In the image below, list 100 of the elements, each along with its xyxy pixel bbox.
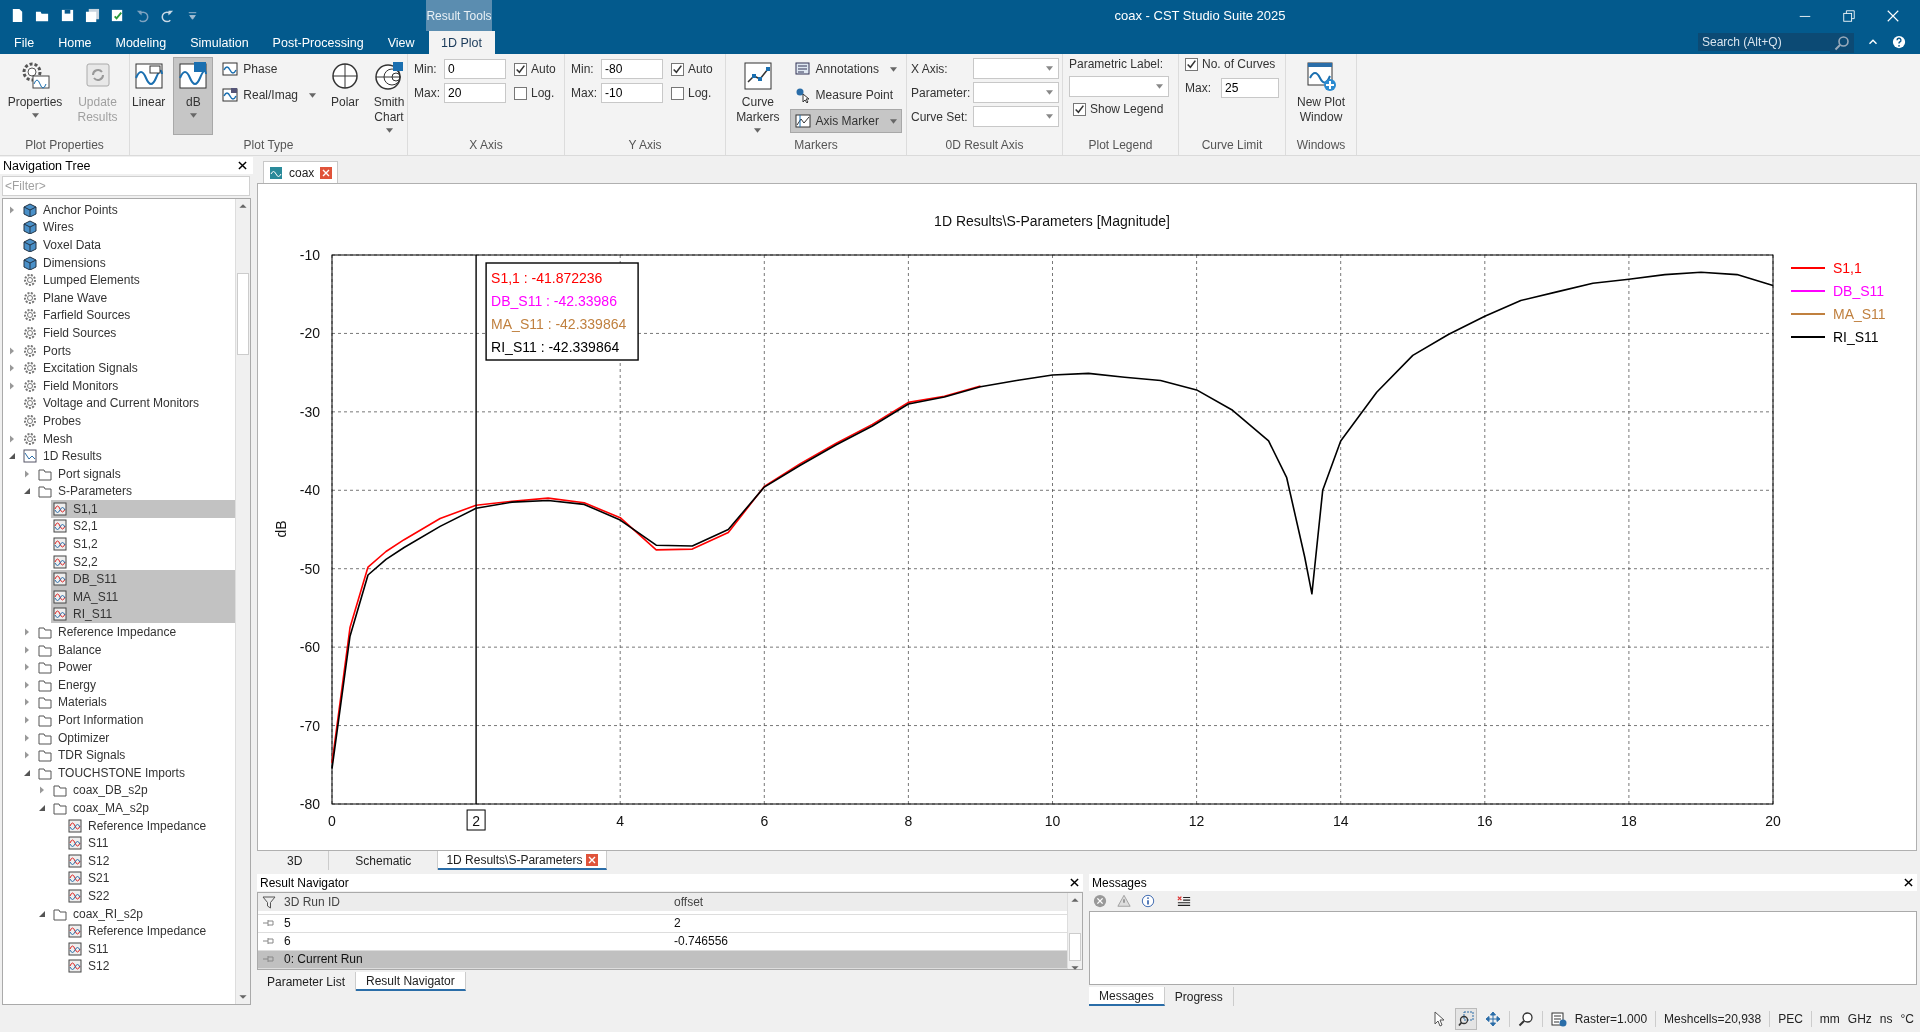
max-field[interactable]: 20 bbox=[444, 83, 506, 103]
tree-item[interactable]: Reference Impedance bbox=[36, 623, 235, 641]
annotations-button[interactable]: Annotations bbox=[789, 57, 902, 81]
save-icon[interactable] bbox=[60, 8, 75, 23]
tree-item[interactable]: S11 bbox=[66, 939, 235, 958]
axis-marker-button[interactable]: Axis Marker bbox=[789, 109, 902, 133]
panel-tab[interactable]: Result Navigator bbox=[356, 972, 466, 991]
tree-item[interactable]: S21 bbox=[66, 869, 235, 888]
tree-item[interactable]: Power bbox=[36, 658, 235, 677]
scrollbar-thumb[interactable] bbox=[237, 273, 249, 355]
tree-item[interactable]: TOUCHSTONE Imports bbox=[36, 764, 235, 782]
measure-point-button[interactable]: Measure Point bbox=[789, 83, 902, 107]
expander-icon[interactable] bbox=[23, 768, 31, 777]
close-icon[interactable] bbox=[1070, 878, 1079, 887]
dropdown-field[interactable] bbox=[973, 106, 1059, 127]
expander-icon[interactable] bbox=[8, 452, 16, 461]
auto-checkbox[interactable]: Auto bbox=[514, 62, 556, 76]
tree-item[interactable]: Port Information bbox=[36, 711, 235, 729]
smith-chart-button[interactable]: Smith Chart bbox=[369, 57, 410, 135]
properties-button[interactable]: Properties bbox=[4, 57, 66, 135]
mesh-view-icon[interactable] bbox=[1550, 1011, 1567, 1027]
dropdown-field[interactable] bbox=[1069, 76, 1169, 97]
min-field[interactable]: 0 bbox=[444, 59, 506, 79]
tree-item[interactable]: S12 bbox=[66, 957, 235, 976]
close-icon[interactable] bbox=[238, 161, 247, 170]
tree-item[interactable]: Farfield Sources bbox=[21, 306, 235, 325]
document-tab[interactable]: coax bbox=[263, 161, 339, 183]
zoom-icon[interactable] bbox=[1517, 1011, 1534, 1027]
dropdown-field[interactable] bbox=[973, 58, 1059, 79]
max-field[interactable]: -10 bbox=[601, 83, 663, 103]
scrollbar[interactable] bbox=[1067, 893, 1082, 969]
redo-icon[interactable] bbox=[160, 8, 175, 23]
db-button[interactable]: dB bbox=[173, 57, 214, 135]
save-all-icon[interactable] bbox=[85, 8, 100, 23]
tree-item[interactable]: S-Parameters bbox=[36, 482, 235, 501]
close-icon[interactable] bbox=[1904, 878, 1913, 887]
tree-item[interactable]: Voxel Data bbox=[21, 236, 235, 254]
auto-checkbox[interactable]: Auto bbox=[671, 62, 713, 76]
tree-item[interactable]: Anchor Points bbox=[21, 201, 235, 219]
new-plot-window-button[interactable]: New Plot Window bbox=[1290, 57, 1352, 135]
tree-item[interactable]: coax_RI_s2p bbox=[51, 904, 235, 923]
tree-item[interactable]: TDR Signals bbox=[36, 746, 235, 764]
expander-icon[interactable] bbox=[38, 909, 46, 918]
curve-markers-button[interactable]: Curve Markers bbox=[730, 57, 786, 135]
unit-status[interactable]: GHz bbox=[1847, 1012, 1872, 1026]
min-field[interactable]: -80 bbox=[601, 59, 663, 79]
filter-icon[interactable] bbox=[262, 895, 276, 909]
column-header[interactable]: 3D Run ID bbox=[282, 895, 674, 909]
tree-item[interactable]: Plane Wave bbox=[21, 288, 235, 307]
ribbon-tab[interactable]: Simulation bbox=[178, 31, 261, 54]
log-checkbox[interactable]: Log. bbox=[671, 86, 712, 100]
tree-item[interactable]: S2,1 bbox=[51, 517, 235, 536]
unit-status[interactable]: mm bbox=[1819, 1012, 1840, 1026]
unit-status[interactable]: °C bbox=[1900, 1012, 1914, 1026]
error-icon[interactable] bbox=[1093, 894, 1107, 908]
dropdown-field[interactable] bbox=[973, 82, 1059, 103]
tree-item[interactable]: S1,1 bbox=[51, 500, 235, 518]
tree-item[interactable]: S11 bbox=[66, 834, 235, 852]
info-icon[interactable] bbox=[1141, 894, 1155, 908]
tree-item[interactable]: Port signals bbox=[36, 464, 235, 483]
unit-status[interactable]: ns bbox=[1879, 1012, 1893, 1026]
log-checkbox[interactable]: Log. bbox=[514, 86, 555, 100]
tree-item[interactable]: Probes bbox=[21, 412, 235, 430]
polar-button[interactable]: Polar bbox=[325, 57, 366, 135]
tree-item[interactable]: Field Sources bbox=[21, 324, 235, 342]
filter-field[interactable]: <Filter> bbox=[2, 176, 250, 196]
scrollbar-thumb[interactable] bbox=[1069, 933, 1081, 961]
max-field[interactable]: 25 bbox=[1221, 78, 1279, 98]
tree-item[interactable]: Reference Impedance bbox=[66, 816, 235, 835]
tree-item[interactable]: Dimensions bbox=[21, 253, 235, 272]
tree-item[interactable]: Energy bbox=[36, 676, 235, 694]
tree-item[interactable]: S2,2 bbox=[51, 552, 235, 571]
tree-item[interactable]: Reference Impedance bbox=[66, 922, 235, 940]
expander-icon[interactable] bbox=[38, 804, 46, 812]
tree-item[interactable]: coax_DB_s2p bbox=[51, 781, 235, 800]
ribbon-tab[interactable]: Modeling bbox=[103, 31, 179, 54]
real-imag-button[interactable]: Real/Imag bbox=[217, 83, 322, 107]
expander-icon[interactable] bbox=[23, 487, 31, 496]
column-header[interactable]: offset bbox=[674, 895, 1067, 909]
restore-icon[interactable] bbox=[1842, 8, 1856, 23]
tree-item[interactable]: S1,2 bbox=[51, 535, 235, 553]
document-check-icon[interactable] bbox=[110, 8, 125, 23]
undo-icon[interactable] bbox=[135, 8, 150, 23]
ribbon-tab[interactable]: View bbox=[375, 31, 427, 54]
tree-item[interactable]: Balance bbox=[36, 640, 235, 659]
editor-tab[interactable]: 3D bbox=[261, 851, 330, 870]
scrollbar[interactable] bbox=[235, 199, 250, 1004]
linear-button[interactable]: Linear bbox=[127, 57, 170, 135]
phase-button[interactable]: Phase bbox=[217, 57, 322, 81]
tree-item[interactable]: Excitation Signals bbox=[21, 359, 235, 377]
no-of-curves-checkbox[interactable]: No. of Curves bbox=[1185, 57, 1279, 71]
ribbon-tab[interactable]: Home bbox=[46, 31, 104, 54]
tree-item[interactable]: Materials bbox=[36, 693, 235, 712]
search-field[interactable]: Search (Alt+Q) bbox=[1698, 33, 1830, 51]
pan-icon[interactable] bbox=[1484, 1011, 1501, 1027]
search-icon[interactable] bbox=[1830, 33, 1854, 53]
zoom-box-icon[interactable] bbox=[1454, 1008, 1477, 1030]
tree-item[interactable]: Field Monitors bbox=[21, 376, 235, 395]
pin-icon[interactable] bbox=[262, 936, 276, 947]
ribbon-tab[interactable]: Post-Processing bbox=[260, 31, 376, 54]
